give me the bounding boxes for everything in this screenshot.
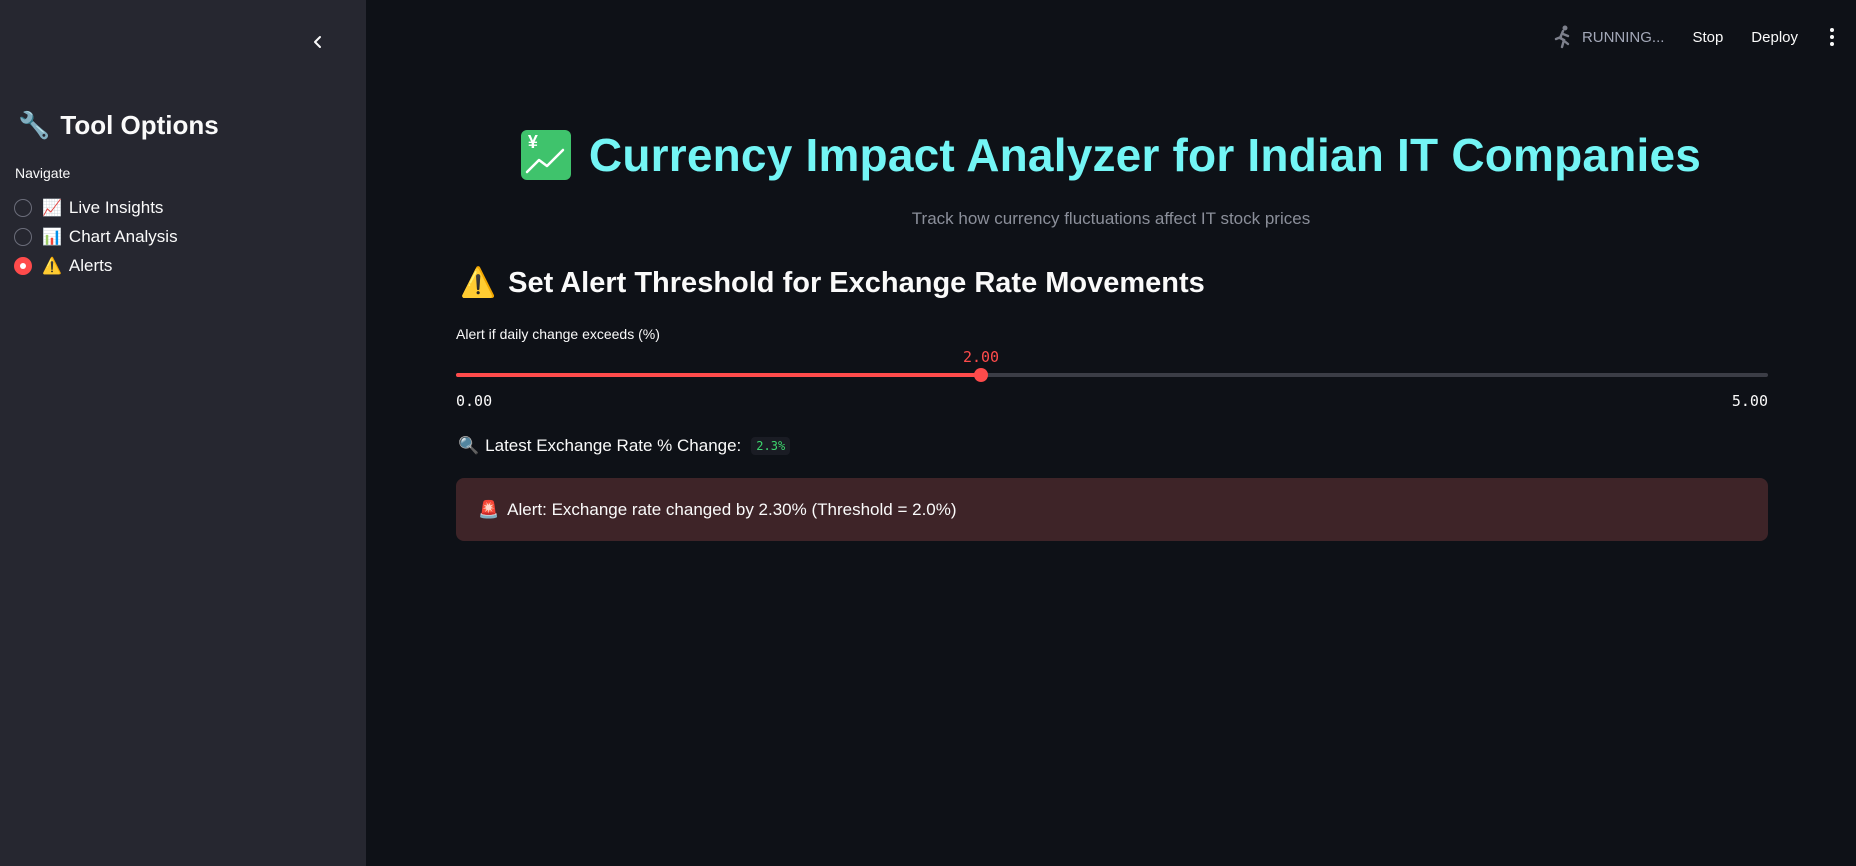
chart-increasing-icon: 📈 [42,199,62,217]
alert-text: Alert: Exchange rate changed by 2.30% (T… [507,499,957,519]
nav-item-label: Alerts [68,255,113,275]
page-title: Currency Impact Analyzer for Indian IT C… [588,129,1702,181]
slider-max-label: 5.00 [1731,392,1768,410]
slider-label: Alert if daily change exceeds (%) [456,326,660,342]
page-title-row: ¥ Currency Impact Analyzer for Indian IT… [366,128,1856,182]
metric-value-badge: 2.3% [751,437,791,455]
warning-icon: ⚠️ [460,267,497,299]
sidebar: 🔧 Tool Options Navigate 📈 Live Insights … [0,0,366,866]
nav-item-label: Live Insights [68,197,164,217]
collapse-sidebar-button[interactable] [306,30,330,54]
nav-item-chart-analysis[interactable]: 📊 Chart Analysis [14,222,178,251]
app: 🔧 Tool Options Navigate 📈 Live Insights … [0,0,1856,866]
page-subtitle: Track how currency fluctuations affect I… [911,209,1311,228]
latest-change-metric: 🔍 Latest Exchange Rate % Change: 2.3% [458,436,791,456]
slider-track[interactable] [456,373,1768,377]
section-title-text: Set Alert Threshold for Exchange Rate Mo… [508,266,1205,299]
slider-track-fill [456,373,981,377]
chart-with-yen-icon: ¥ [520,130,571,180]
radio-button-selected[interactable] [14,256,32,275]
slider-min-label: 0.00 [456,392,493,410]
metric-label: Latest Exchange Rate % Change: [485,436,742,455]
slider-current-value: 2.00 [962,348,1000,366]
bar-chart-icon: 📊 [42,228,62,246]
siren-icon: 🚨 [478,499,500,519]
chevron-left-icon [314,36,321,48]
trend-line-icon [525,148,565,174]
nav-radio-group: 📈 Live Insights 📊 Chart Analysis ⚠️ Aler… [14,193,178,280]
radio-button[interactable] [14,198,32,217]
nav-item-live-insights[interactable]: 📈 Live Insights [14,193,178,222]
magnifier-icon: 🔍 [458,436,480,455]
nav-label: Navigate [15,165,71,181]
sidebar-title-text: Tool Options [60,110,219,140]
radio-button[interactable] [14,227,32,246]
nav-item-alerts[interactable]: ⚠️ Alerts [14,251,178,280]
threshold-slider: 2.00 0.00 5.00 [456,348,1768,418]
main-content: ¥ Currency Impact Analyzer for Indian IT… [366,0,1856,866]
slider-thumb[interactable] [974,368,988,382]
sidebar-title: 🔧 Tool Options [18,110,219,141]
nav-item-label: Chart Analysis [68,226,178,246]
warning-icon: ⚠️ [42,257,62,275]
section-title: ⚠️ Set Alert Threshold for Exchange Rate… [460,266,1205,300]
alert-message: 🚨 Alert: Exchange rate changed by 2.30% … [456,478,1768,541]
wrench-icon: 🔧 [18,110,51,140]
